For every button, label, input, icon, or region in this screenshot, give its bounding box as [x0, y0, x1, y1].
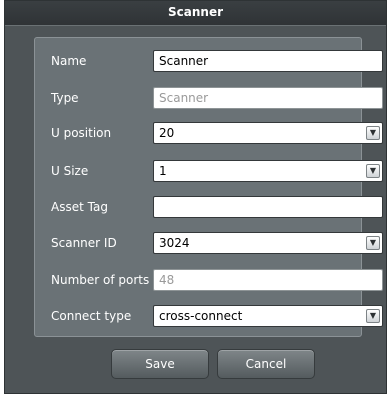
scanner-id-row: Scanner ID 3024 ▼: [35, 232, 383, 254]
scanner-dialog: Scanner Name Type U position 20 ▼ U Size…: [4, 0, 387, 394]
chevron-down-icon[interactable]: ▼: [366, 126, 380, 140]
button-bar: Save Cancel: [5, 349, 386, 379]
dialog-title: Scanner: [5, 1, 386, 26]
scanner-id-value: 3024: [159, 236, 190, 250]
asset-tag-input[interactable]: [153, 196, 383, 218]
number-of-ports-input: [153, 269, 383, 291]
name-label: Name: [51, 54, 87, 68]
type-row: Type: [35, 87, 383, 109]
connect-type-row: Connect type cross-connect ▼: [35, 305, 383, 327]
chevron-down-icon[interactable]: ▼: [366, 236, 380, 250]
number-of-ports-row: Number of ports: [35, 269, 383, 291]
u-size-select[interactable]: 1 ▼: [153, 160, 383, 182]
scanner-id-label: Scanner ID: [51, 236, 117, 250]
u-size-value: 1: [159, 164, 167, 178]
form-panel: Name Type U position 20 ▼ U Size 1 ▼ Ass…: [34, 37, 383, 337]
save-button[interactable]: Save: [111, 349, 209, 379]
chevron-down-icon[interactable]: ▼: [366, 309, 380, 323]
u-size-label: U Size: [51, 164, 89, 178]
scanner-id-select[interactable]: 3024 ▼: [153, 232, 383, 254]
type-input: [153, 87, 383, 109]
u-position-value: 20: [159, 126, 175, 140]
asset-tag-label: Asset Tag: [51, 200, 108, 214]
type-label: Type: [51, 91, 79, 105]
connect-type-select[interactable]: cross-connect ▼: [153, 305, 383, 327]
u-size-row: U Size 1 ▼: [35, 160, 383, 182]
connect-type-value: cross-connect: [159, 309, 243, 323]
connect-type-label: Connect type: [51, 309, 132, 323]
asset-tag-row: Asset Tag: [35, 196, 383, 218]
name-row: Name: [35, 50, 383, 72]
u-position-select[interactable]: 20 ▼: [153, 122, 383, 144]
cancel-button[interactable]: Cancel: [217, 349, 315, 379]
u-position-label: U position: [51, 126, 112, 140]
number-of-ports-label: Number of ports: [51, 273, 150, 287]
name-input[interactable]: [153, 50, 383, 72]
chevron-down-icon[interactable]: ▼: [366, 164, 380, 178]
u-position-row: U position 20 ▼: [35, 122, 383, 144]
